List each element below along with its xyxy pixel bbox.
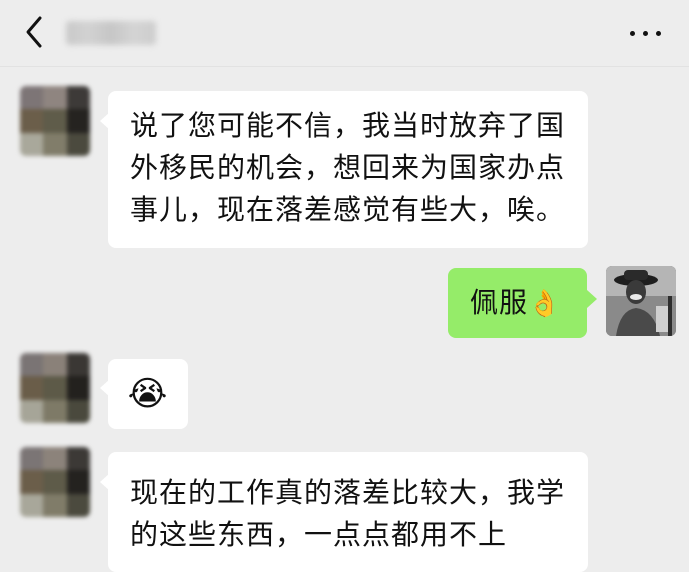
message-bubble[interactable]: 😭 (108, 359, 188, 429)
ellipsis-icon (630, 31, 635, 36)
back-button[interactable] (22, 14, 52, 50)
chat-title (66, 21, 156, 45)
avatar[interactable] (20, 86, 90, 156)
ok-hand-emoji-icon: 👌 (528, 289, 562, 319)
chevron-left-icon (26, 16, 42, 48)
message-text-line: 事儿，现在落差感觉有些大，唉。 (130, 193, 566, 226)
message-bubble[interactable]: 说了您可能不信，我当时放弃了国 外移民的机会，想回来为国家办点 事儿，现在落差感… (108, 91, 588, 248)
message-text-line: 外移民的机会，想回来为国家办点 (130, 151, 566, 184)
avatar[interactable] (20, 353, 90, 423)
more-options-button[interactable] (624, 20, 668, 46)
message-text-line: 说了您可能不信，我当时放弃了国 (130, 109, 566, 142)
message-bubble[interactable]: 佩服👌 (448, 268, 587, 338)
crying-face-emoji-icon: 😭 (127, 374, 169, 414)
message-text: 佩服 (470, 286, 529, 319)
profile-photo (606, 266, 676, 336)
avatar[interactable] (20, 447, 90, 517)
chat-header (0, 0, 689, 67)
message-text-line: 的这些东西，一点点都用不上 (130, 518, 508, 551)
avatar[interactable] (606, 266, 676, 336)
message-bubble[interactable]: 现在的工作真的落差比较大，我学 的这些东西，一点点都用不上 (108, 452, 588, 572)
message-text-line: 现在的工作真的落差比较大，我学 (130, 476, 566, 509)
